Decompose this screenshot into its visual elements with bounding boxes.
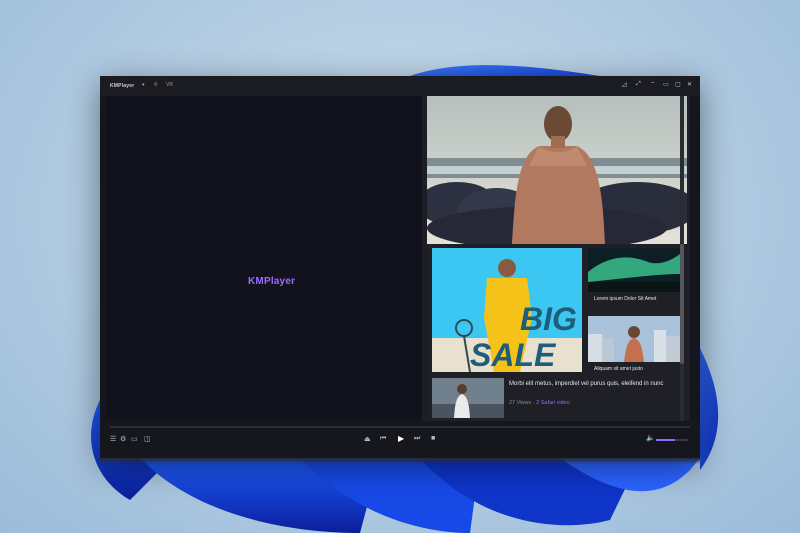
chevron-down-icon[interactable]: ▾	[142, 82, 145, 88]
seek-bar[interactable]	[110, 426, 690, 428]
vr-icon[interactable]: ◫	[144, 435, 151, 443]
resize-icon[interactable]: ◿	[622, 81, 627, 88]
scrollbar[interactable]	[680, 96, 684, 446]
tile-caption: Aliquam sit amet justo	[594, 366, 643, 372]
expand-icon[interactable]: ⤢	[636, 81, 641, 88]
aurora-thumbnail[interactable]	[588, 248, 680, 292]
views-count: 27 Views	[509, 400, 532, 406]
city-thumbnail[interactable]	[588, 316, 680, 362]
playlist-icon[interactable]: ☰	[110, 435, 116, 443]
screenshot-icon[interactable]: ▭	[131, 435, 138, 443]
promo-line2: SALE	[470, 337, 557, 372]
promo-line1: BIG	[520, 301, 577, 337]
meta-separator: ·	[532, 400, 535, 406]
center-logo: KMPlayer	[248, 276, 296, 287]
volume-level	[656, 439, 676, 441]
kmplayer-window: KMPlayer ▾ ⚲ VR ◿ ⤢ ‒ ▭ ▢ ✕ KMPlayer BIG…	[100, 76, 700, 458]
scrollbar-thumb[interactable]	[680, 244, 684, 364]
video-pane[interactable]: KMPlayer	[106, 96, 422, 458]
maximize-icon[interactable]: ▢	[675, 81, 681, 88]
title-extra-label[interactable]: VR	[166, 82, 173, 88]
settings-icon[interactable]: ⚙	[120, 435, 126, 443]
list-item-meta: 27 Views · 2 Safari video	[509, 400, 570, 406]
content-browser: BIG SALE Lorem ipsum Dolor Sit Amet Aliq…	[427, 96, 690, 446]
control-bar: ☰ ⚙ ▭ ◫ ⏏ ⏮ ▶ ⏭ ■ 🔈	[100, 421, 700, 458]
volume-icon[interactable]: 🔈	[646, 434, 655, 442]
list-item-thumbnail[interactable]	[432, 378, 504, 418]
title-bar[interactable]: KMPlayer ▾ ⚲ VR ◿ ⤢ ‒ ▭ ▢ ✕	[100, 76, 700, 96]
channel-link[interactable]: 2 Safari video	[536, 400, 570, 406]
app-brand[interactable]: KMPlayer	[110, 83, 134, 89]
restore-icon[interactable]: ▭	[663, 81, 669, 88]
pin-icon[interactable]: ⚲	[154, 82, 158, 88]
hero-thumbnail[interactable]	[427, 96, 687, 244]
tile-caption: Lorem ipsum Dolor Sit Amet	[594, 296, 657, 302]
eject-icon[interactable]: ⏏	[364, 435, 371, 443]
close-icon[interactable]: ✕	[687, 81, 692, 88]
window-reflection	[100, 458, 700, 464]
previous-icon[interactable]: ⏮	[380, 435, 386, 443]
big-sale-thumbnail[interactable]: BIG SALE	[432, 248, 582, 372]
minimize-icon[interactable]: ‒	[651, 80, 654, 86]
volume-slider[interactable]	[656, 439, 688, 441]
play-icon[interactable]: ▶	[398, 434, 404, 443]
list-item-title[interactable]: Morbi elit metus, imperdiet vel purus qu…	[509, 380, 679, 388]
stop-icon[interactable]: ■	[431, 435, 435, 442]
next-icon[interactable]: ⏭	[414, 435, 420, 443]
